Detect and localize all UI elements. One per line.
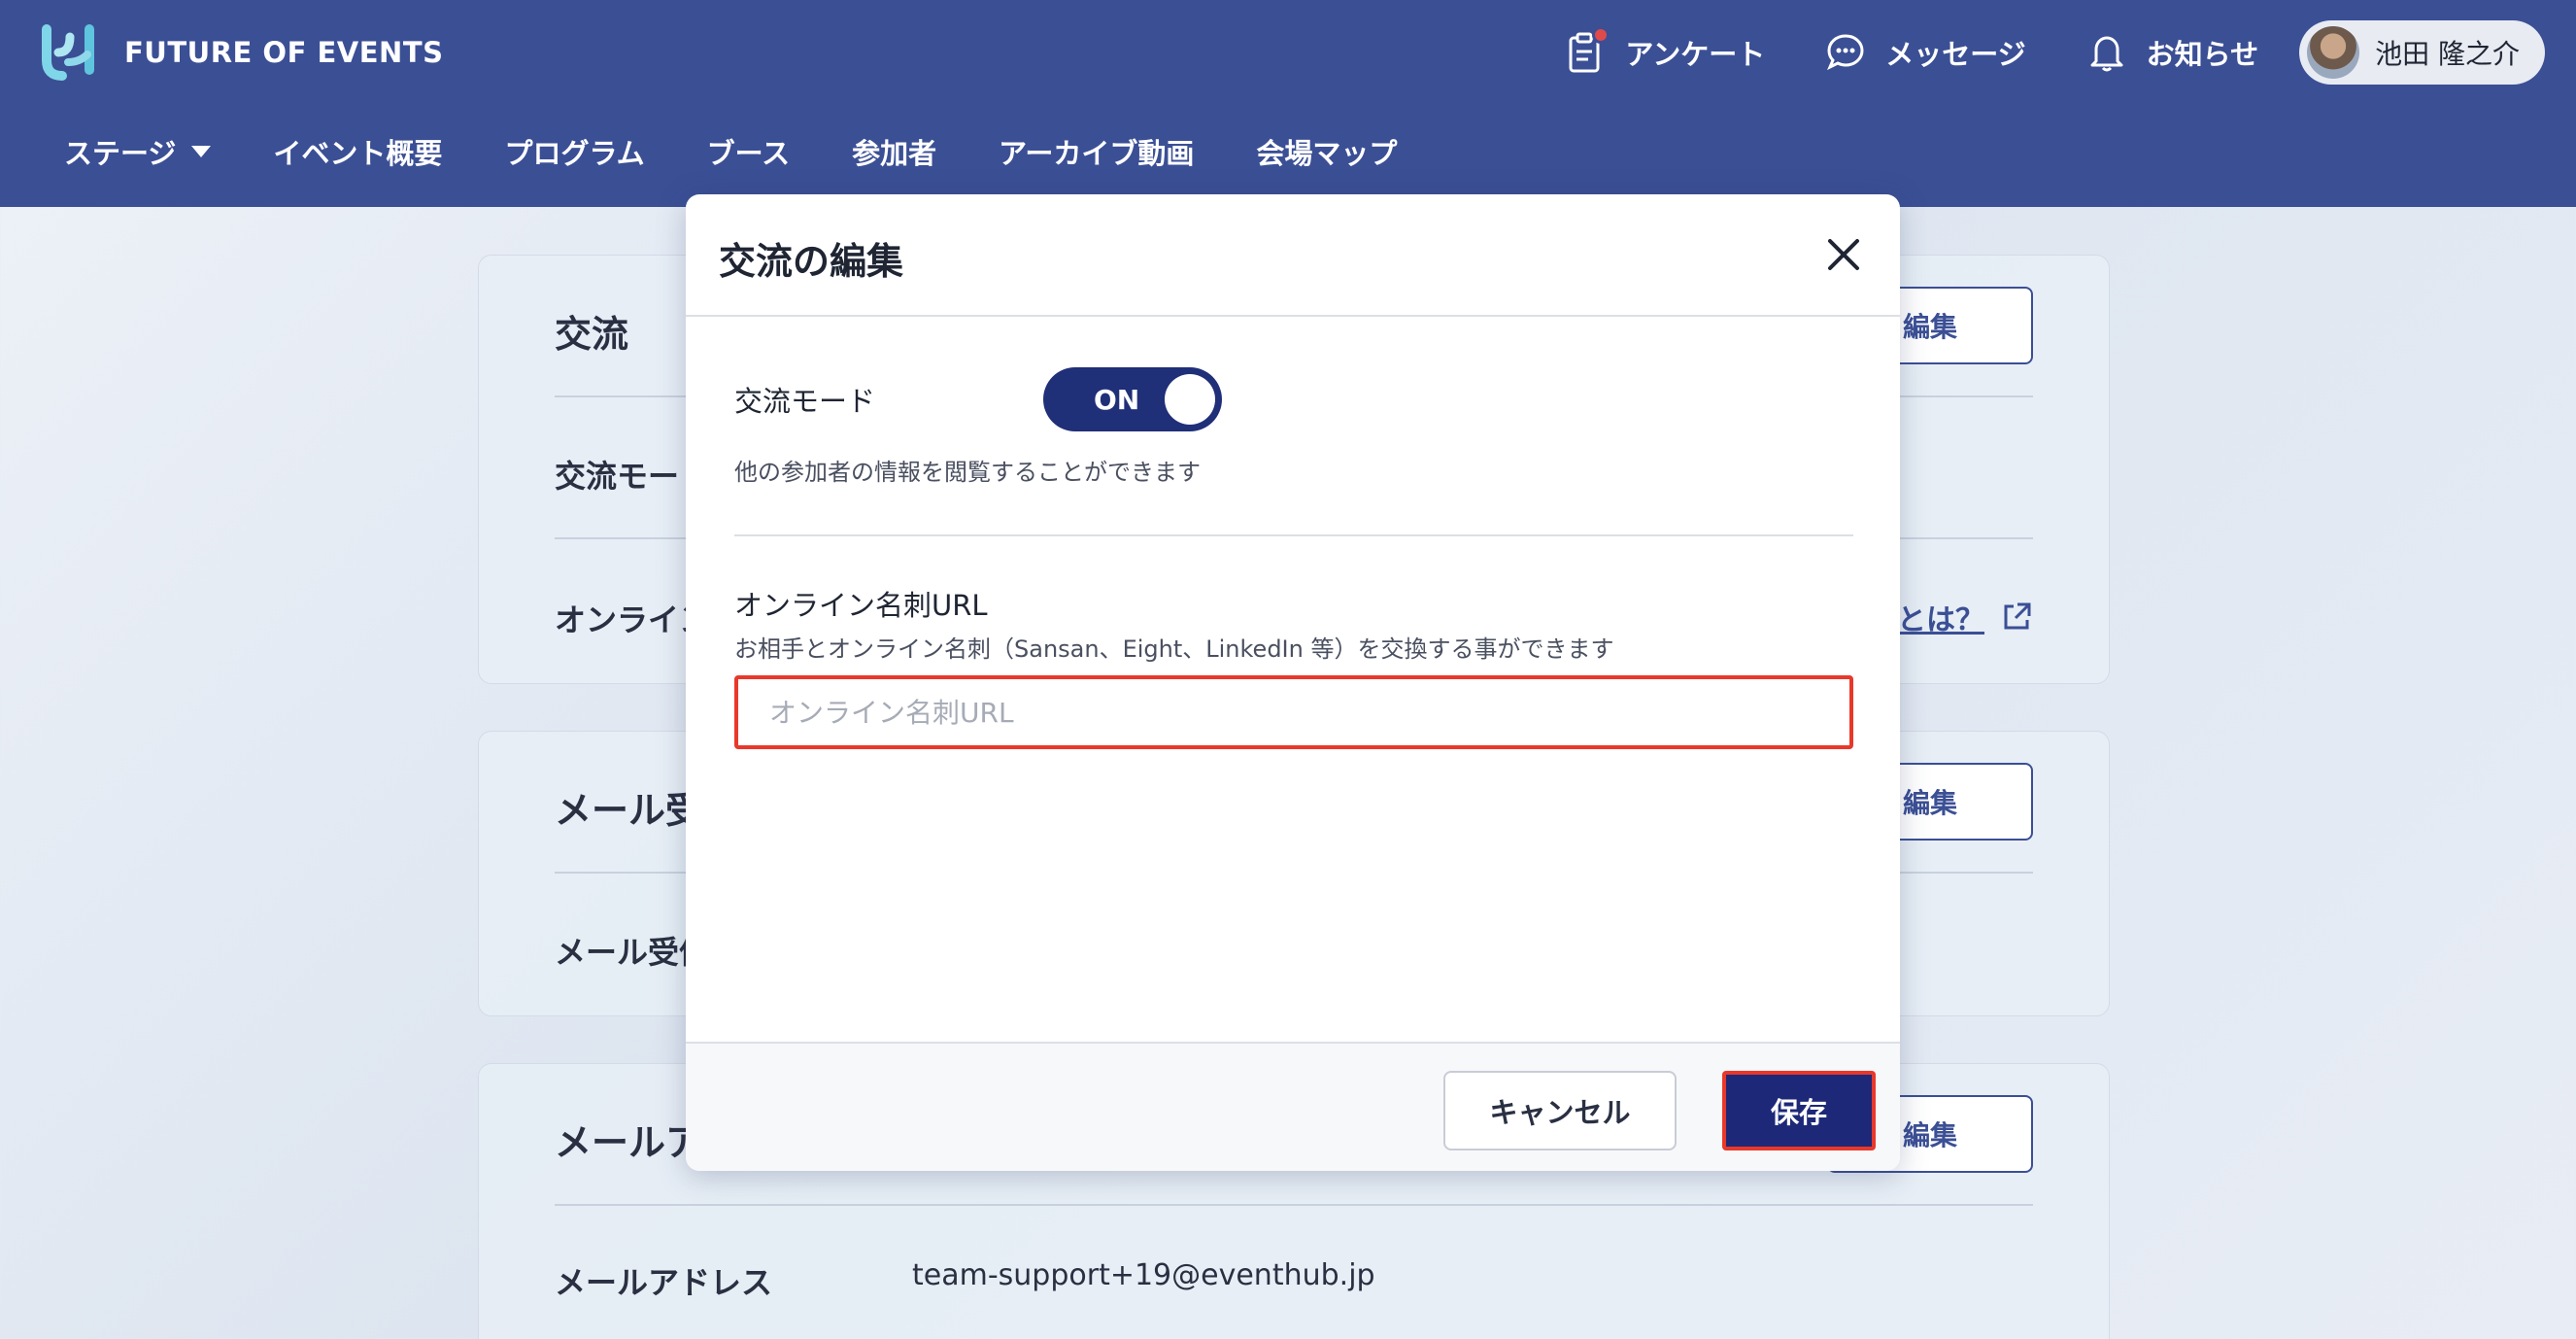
nav-item-participants[interactable]: 参加者 [852, 131, 936, 172]
save-button[interactable]: 保存 [1722, 1071, 1876, 1150]
close-icon [1828, 239, 1859, 270]
clipboard-icon [1565, 26, 1610, 73]
url-label: オンライン名刺URL [734, 589, 988, 622]
nav-item-stage[interactable]: ステージ [64, 131, 212, 172]
nav-item-booth[interactable]: ブース [707, 131, 791, 172]
online-card-url-input[interactable] [734, 675, 1853, 749]
toggle-knob [1165, 374, 1215, 425]
toggle-label: 交流モード [734, 385, 876, 418]
logo-icon [42, 24, 94, 81]
brand[interactable]: FUTURE OF EVENTS [41, 21, 444, 84]
toggle-state: ON [1094, 383, 1140, 416]
card-title: メール受 [555, 789, 703, 832]
help-link-label: とは？ [1897, 603, 1984, 637]
exchange-mode-row: 交流モード ON [734, 367, 1222, 431]
divider [555, 1204, 2033, 1206]
notifications-link[interactable]: お知らせ [2086, 32, 2258, 73]
messages-label: メッセージ [1885, 38, 2026, 71]
top-header: FUTURE OF EVENTS アンケート メッセージ お知らせ 池田 隆之介… [0, 0, 2576, 207]
cancel-button[interactable]: キャンセル [1443, 1071, 1677, 1150]
nav-item-archive[interactable]: アーカイブ動画 [999, 131, 1194, 172]
bell-icon [2086, 32, 2127, 73]
divider [734, 534, 1853, 536]
help-link[interactable]: とは？ [1897, 596, 2033, 638]
card-label: 交流モー [555, 458, 680, 495]
survey-label: アンケート [1625, 38, 1766, 71]
brand-name: FUTURE OF EVENTS [124, 36, 444, 69]
nav-item-event-overview[interactable]: イベント概要 [273, 131, 442, 172]
url-description: お相手とオンライン名刺（Sansan、Eight、LinkedIn 等）を交換す… [734, 635, 1614, 663]
card-title: メールア [555, 1121, 703, 1164]
user-menu[interactable]: 池田 隆之介 [2299, 20, 2545, 85]
external-link-icon [2004, 602, 2031, 630]
caret-down-icon [191, 146, 212, 157]
notification-dot [1592, 26, 1610, 44]
nav-item-venue-map[interactable]: 会場マップ [1256, 131, 1397, 172]
modal-title: 交流の編集 [719, 240, 904, 283]
close-button[interactable] [1822, 233, 1865, 276]
toggle-description: 他の参加者の情報を閲覧することができます [734, 459, 1201, 486]
edit-exchange-modal: 交流の編集 交流モード ON 他の参加者の情報を閲覧することができます オンライ… [686, 194, 1900, 1171]
chat-bubble-icon [1825, 32, 1866, 73]
top-actions: アンケート メッセージ お知らせ 池田 隆之介 [1505, 19, 2545, 86]
user-name: 池田 隆之介 [2375, 38, 2520, 70]
notifications-label: お知らせ [2146, 38, 2259, 71]
avatar [2307, 26, 2360, 79]
modal-header: 交流の編集 [686, 194, 1900, 317]
modal-footer: キャンセル 保存 [686, 1042, 1900, 1171]
survey-link[interactable]: アンケート [1565, 26, 1766, 73]
main-nav: ステージ イベント概要 プログラム ブース 参加者 アーカイブ動画 会場マップ [64, 131, 1459, 172]
nav-item-program[interactable]: プログラム [504, 131, 644, 172]
card-title: 交流 [555, 313, 629, 356]
exchange-mode-toggle[interactable]: ON [1043, 367, 1222, 431]
email-value: team-support+19@eventhub.jp [912, 1258, 1375, 1292]
nav-label: ステージ [64, 137, 177, 170]
card-label: メールアドレス [555, 1264, 773, 1301]
messages-link[interactable]: メッセージ [1825, 32, 2026, 73]
